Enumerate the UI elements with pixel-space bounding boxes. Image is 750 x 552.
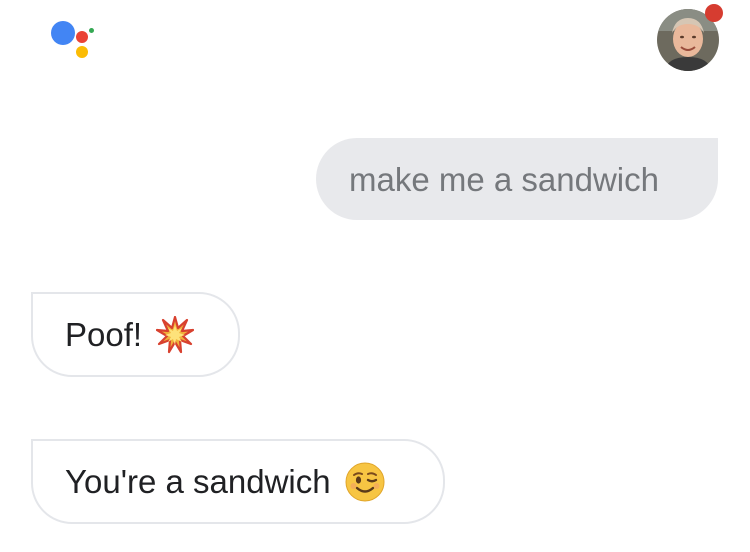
winking-face-emoji-icon — [345, 462, 385, 502]
logo-dot-green — [89, 28, 94, 33]
user-message-text: make me a sandwich — [349, 160, 659, 198]
assistant-message-text: Poof! — [65, 316, 143, 353]
assistant-message-bubble: Poof! — [31, 292, 240, 377]
logo-dot-red — [76, 31, 88, 43]
notification-dot — [705, 4, 723, 22]
collision-emoji-icon — [156, 315, 195, 354]
assistant-message-bubble: You're a sandwich — [31, 439, 445, 524]
assistant-message-text: You're a sandwich — [65, 463, 331, 500]
logo-dot-blue — [51, 21, 75, 45]
google-assistant-logo-icon — [46, 18, 102, 62]
logo-dot-yellow — [76, 46, 88, 58]
user-message-bubble: make me a sandwich — [316, 138, 718, 220]
